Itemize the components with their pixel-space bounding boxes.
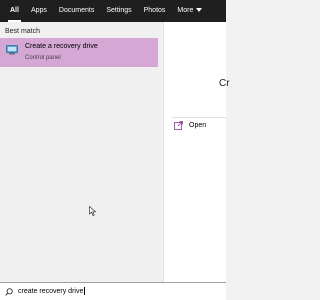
tab-documents[interactable]: Documents — [53, 0, 100, 22]
tab-all[interactable]: All — [0, 0, 25, 22]
recovery-drive-icon — [6, 45, 18, 55]
tab-settings[interactable]: Settings — [100, 0, 137, 22]
open-label: Open — [189, 122, 207, 129]
preview-pane: Cr Open — [163, 22, 230, 282]
tab-apps[interactable]: Apps — [25, 0, 53, 22]
results-pane: Best match Create a recovery drive Contr… — [0, 22, 163, 282]
tab-more-label: More — [177, 7, 194, 14]
result-subtitle: Control panel — [25, 55, 61, 61]
open-action[interactable]: Open — [174, 121, 206, 130]
best-match-result[interactable]: Create a recovery drive Control panel — [0, 38, 158, 67]
chevron-down-icon — [196, 8, 203, 13]
search-box[interactable]: create recovery drive — [0, 282, 226, 300]
search-query: create recovery drive — [18, 287, 84, 295]
preview-title: Cr — [219, 78, 230, 89]
tab-photos[interactable]: Photos — [138, 0, 172, 22]
search-tabs: All Apps Documents Settings Photos More — [0, 0, 226, 22]
tab-more[interactable]: More — [171, 0, 208, 22]
mouse-pointer-icon — [89, 206, 97, 216]
best-match-header: Best match — [5, 28, 41, 35]
search-input[interactable]: create recovery drive — [18, 287, 86, 295]
text-cursor — [84, 287, 86, 295]
open-icon — [174, 121, 183, 130]
result-title: Create a recovery drive — [25, 43, 98, 50]
search-icon — [5, 288, 13, 296]
preview-divider — [172, 117, 226, 118]
